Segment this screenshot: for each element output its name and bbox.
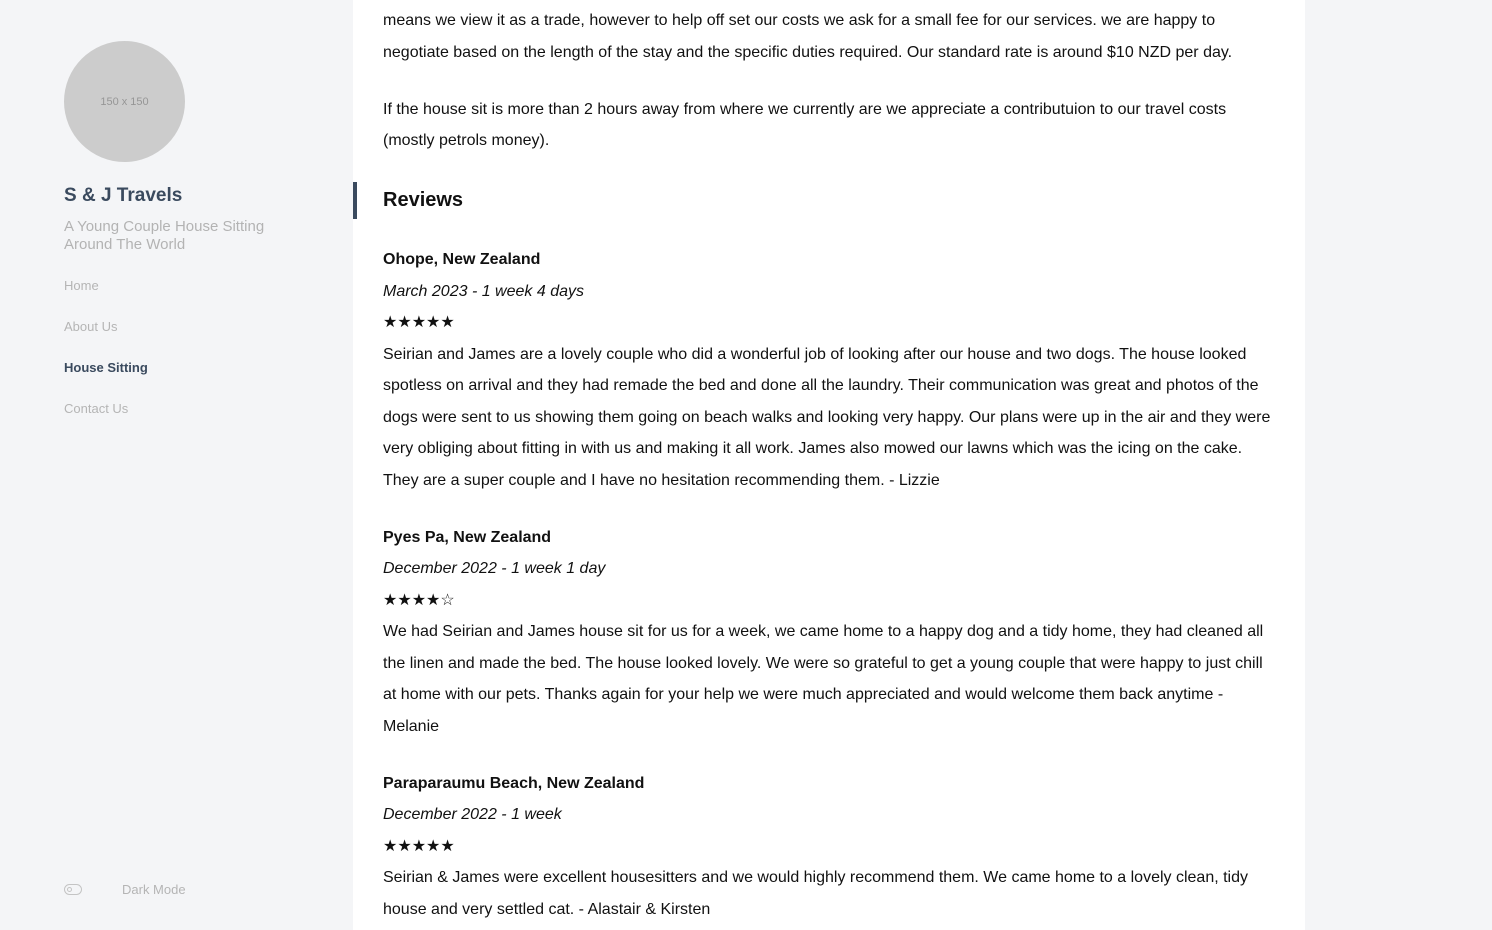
star-rating-icon: ★★★★★ (383, 837, 455, 855)
intro-paragraph: If the house sit is more than 2 hours aw… (383, 100, 1227, 150)
reviews-list: Ohope, New Zealand March 2023 - 1 week 4… (383, 244, 1278, 930)
site-subtitle: A Young Couple House Sitting Around The … (64, 218, 265, 253)
avatar-placeholder-text: 150 x 150 (100, 95, 149, 108)
star-rating-icon: ★★★★★ (383, 314, 455, 331)
reviews-heading: Reviews (383, 189, 464, 211)
main-nav: Home About Us House Sitting Contact Us (64, 277, 148, 441)
review-text: We had Seirian and James house sit for u… (383, 623, 1264, 735)
dark-mode-label[interactable]: Dark Mode (122, 882, 186, 897)
sidebar: 150 x 150 S & J Travels A Young Couple H… (0, 0, 352, 930)
review-text: Seirian and James are a lovely couple wh… (383, 345, 1271, 489)
review-location: Ohope, New Zealand (383, 251, 541, 268)
review-date: December 2022 - 1 week (383, 806, 562, 823)
star-rating-icon: ★★★★☆ (383, 591, 455, 609)
review-text: Seirian & James were excellent housesitt… (383, 869, 1249, 918)
intro-paragraph: means we view it as a trade, however to … (383, 12, 1233, 61)
review-item: Pyes Pa, New Zealand December 2022 - 1 w… (383, 522, 1278, 743)
review-location: Pyes Pa, New Zealand (383, 528, 552, 546)
nav-item-house-sitting[interactable]: House Sitting (64, 359, 148, 400)
dark-mode-control[interactable]: Dark Mode (64, 882, 186, 897)
site-title[interactable]: S & J Travels (64, 185, 182, 207)
review-date: March 2023 - 1 week 4 days (383, 282, 584, 300)
review-item: Paraparaumu Beach, New Zealand December … (383, 768, 1278, 926)
heading-accent-bar (353, 182, 357, 219)
review-location: Paraparaumu Beach, New Zealand (383, 774, 645, 792)
toggle-icon[interactable] (64, 884, 82, 895)
nav-item-about-us[interactable]: About Us (64, 318, 148, 359)
nav-item-home[interactable]: Home (64, 277, 148, 318)
avatar: 150 x 150 (64, 41, 185, 162)
review-date: December 2022 - 1 week 1 day (383, 560, 606, 577)
main-content: means we view it as a trade, however to … (353, 0, 1305, 930)
intro-section: means we view it as a trade, however to … (383, 5, 1278, 157)
review-item: Ohope, New Zealand March 2023 - 1 week 4… (383, 244, 1278, 496)
nav-item-contact-us[interactable]: Contact Us (64, 400, 148, 441)
